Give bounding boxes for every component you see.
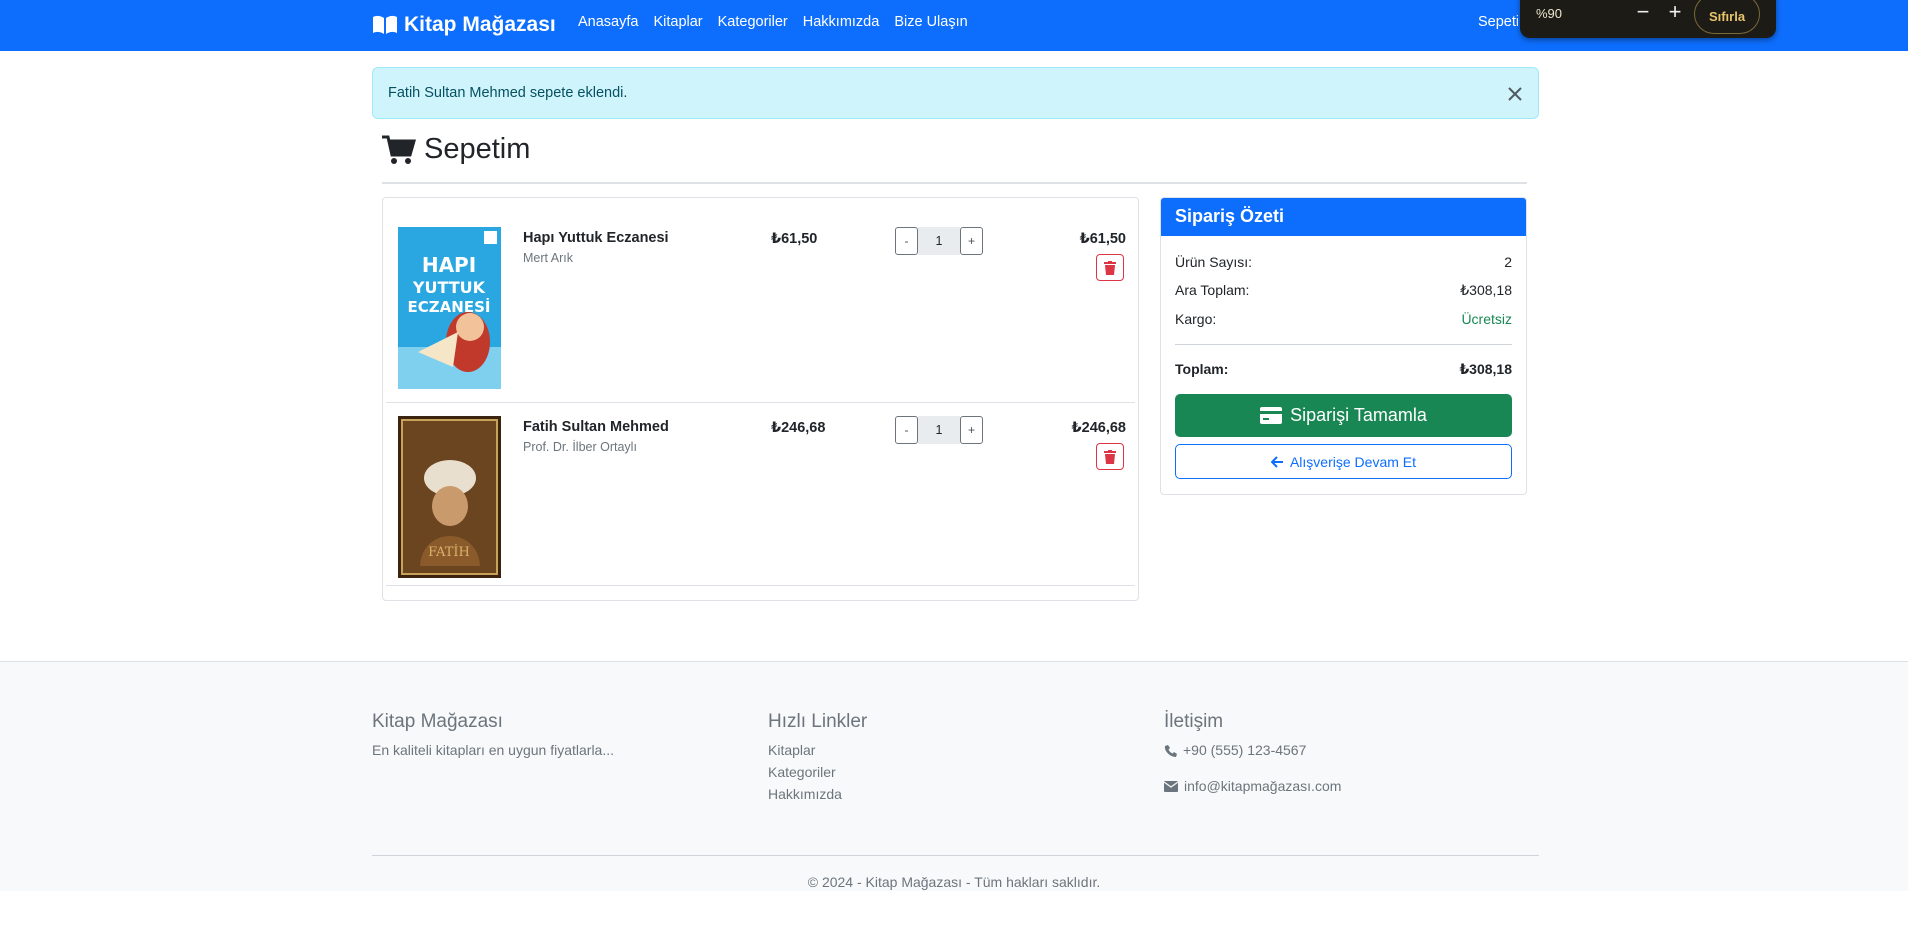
- subtotal-label: Ara Toplam:: [1175, 282, 1250, 298]
- footer-contact-title: İletişim: [1164, 711, 1224, 732]
- envelope-icon: [1164, 780, 1178, 792]
- zoom-out-button[interactable]: −: [1632, 1, 1654, 23]
- total-label: Toplam:: [1175, 361, 1229, 377]
- increase-quantity-button[interactable]: +: [960, 227, 983, 255]
- book-open-icon: [373, 15, 397, 34]
- decrease-quantity-button[interactable]: -: [895, 227, 918, 255]
- zoom-level: %90: [1536, 6, 1563, 21]
- book-cover-image[interactable]: FATİH: [398, 416, 501, 578]
- quantity-value[interactable]: 1: [918, 416, 960, 444]
- order-summary-card: Sipariş Özeti Ürün Sayısı: 2 Ara Toplam:…: [1160, 197, 1527, 495]
- subtotal-value: ₺308,18: [1460, 282, 1512, 298]
- footer-link-books[interactable]: Kitaplar: [768, 742, 815, 758]
- unit-price: ₺61,50: [771, 231, 818, 247]
- nav-cart-link[interactable]: Sepetim: [1474, 14, 1518, 30]
- shipping-label: Kargo:: [1175, 311, 1217, 327]
- footer-phone-text: +90 (555) 123-4567: [1183, 742, 1307, 758]
- book-author: Prof. Dr. İlber Ortaylı: [523, 440, 637, 454]
- nav-link-about[interactable]: Hakkımızda: [803, 14, 880, 30]
- brand-link[interactable]: Kitap Mağazası: [372, 10, 556, 40]
- alert-message: Fatih Sultan Mehmed sepete eklendi.: [388, 85, 628, 101]
- svg-text:ECZANESİ: ECZANESİ: [408, 297, 491, 316]
- success-alert: Fatih Sultan Mehmed sepete eklendi.: [372, 67, 1539, 119]
- line-total: ₺61,50: [1079, 231, 1126, 247]
- summary-row-shipping: Kargo: Ücretsiz: [1175, 311, 1512, 327]
- nav-link-home[interactable]: Anasayfa: [578, 14, 638, 30]
- trash-icon: [1104, 260, 1116, 275]
- nav-link-books[interactable]: Kitaplar: [653, 14, 702, 30]
- cart-items-card: HAPI YUTTUK ECZANESİ Hapı Yuttuk Eczanes…: [382, 197, 1139, 601]
- complete-order-label: Siparişi Tamamla: [1290, 405, 1427, 425]
- svg-text:YUTTUK: YUTTUK: [412, 278, 486, 297]
- book-cover-image[interactable]: HAPI YUTTUK ECZANESİ: [398, 227, 501, 389]
- footer-links-title: Hızlı Linkler: [768, 711, 868, 732]
- nav-link-contact[interactable]: Bize Ulaşın: [894, 14, 967, 30]
- footer-about-title: Kitap Mağazası: [372, 711, 503, 732]
- phone-icon: [1164, 744, 1177, 757]
- decrease-quantity-button[interactable]: -: [895, 416, 918, 444]
- book-title[interactable]: Hapı Yuttuk Eczanesi: [523, 230, 669, 246]
- zoom-control-panel: %90 − + Sıfırla: [1520, 0, 1776, 38]
- cart-icon: [382, 135, 416, 164]
- close-icon[interactable]: [1505, 84, 1525, 104]
- complete-order-button[interactable]: Siparişi Tamamla: [1175, 394, 1512, 437]
- quantity-value[interactable]: 1: [918, 227, 960, 255]
- continue-shopping-label: Alışverişe Devam Et: [1289, 453, 1417, 470]
- summary-row-subtotal: Ara Toplam: ₺308,18: [1175, 282, 1512, 299]
- unit-price: ₺246,68: [771, 420, 826, 436]
- item-count-label: Ürün Sayısı:: [1175, 254, 1253, 270]
- page-title-text: Sepetim: [424, 133, 531, 165]
- summary-row-total: Toplam: ₺308,18: [1175, 361, 1512, 378]
- zoom-reset-button[interactable]: Sıfırla: [1694, 0, 1760, 34]
- footer-phone: +90 (555) 123-4567: [1164, 742, 1306, 758]
- zoom-in-button[interactable]: +: [1664, 1, 1686, 23]
- footer: Kitap Mağazası En kaliteli kitapları en …: [0, 661, 1908, 891]
- brand-name: Kitap Mağazası: [404, 13, 556, 36]
- summary-row-item-count: Ürün Sayısı: 2: [1175, 254, 1512, 270]
- footer-copyright: © 2024 - Kitap Mağazası - Tüm hakları sa…: [807, 874, 1101, 890]
- page-title: Sepetim: [382, 133, 530, 166]
- nav-cart-label: Sepetim: [1478, 14, 1518, 30]
- quantity-stepper: - 1 +: [895, 227, 983, 255]
- footer-email-text: info@kitapmağazası.com: [1184, 778, 1342, 794]
- shipping-value: Ücretsiz: [1461, 311, 1512, 327]
- trash-icon: [1104, 449, 1116, 464]
- remove-item-button[interactable]: [1096, 443, 1124, 470]
- increase-quantity-button[interactable]: +: [960, 416, 983, 444]
- remove-item-button[interactable]: [1096, 254, 1124, 281]
- total-value: ₺308,18: [1459, 361, 1512, 377]
- book-title[interactable]: Fatih Sultan Mehmed: [523, 419, 669, 435]
- footer-link-categories[interactable]: Kategoriler: [768, 764, 836, 780]
- item-count-value: 2: [1504, 254, 1512, 270]
- footer-divider: [372, 855, 1539, 856]
- footer-about-text: En kaliteli kitapları en uygun fiyatlarl…: [372, 742, 615, 758]
- order-summary-title: Sipariş Özeti: [1161, 198, 1526, 236]
- quantity-stepper: - 1 +: [895, 416, 983, 444]
- row-divider: [386, 585, 1135, 586]
- line-total: ₺246,68: [1071, 420, 1126, 436]
- svg-text:HAPI: HAPI: [422, 253, 476, 277]
- credit-card-icon: [1260, 407, 1283, 424]
- continue-shopping-button[interactable]: Alışverişe Devam Et: [1175, 444, 1512, 479]
- summary-divider: [1175, 344, 1512, 345]
- svg-text:FATİH: FATİH: [428, 543, 470, 560]
- title-divider: [382, 182, 1527, 184]
- row-divider: [386, 402, 1135, 403]
- arrow-left-icon: [1270, 455, 1283, 468]
- footer-link-about[interactable]: Hakkımızda: [768, 786, 842, 802]
- nav-link-categories[interactable]: Kategoriler: [718, 14, 788, 30]
- book-author: Mert Arık: [523, 251, 574, 265]
- nav-links: Anasayfa Kitaplar Kategoriler Hakkımızda…: [578, 14, 968, 30]
- footer-email: info@kitapmağazası.com: [1164, 778, 1341, 794]
